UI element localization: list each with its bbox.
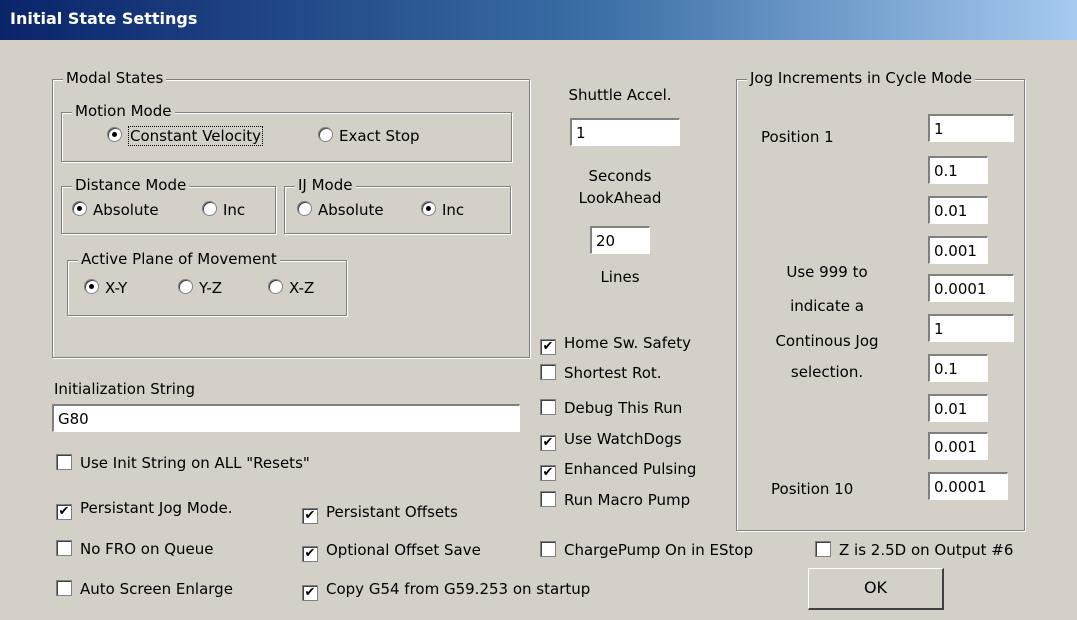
radio-plane-xy[interactable]: X-Y [84, 279, 127, 297]
radio-ij-absolute[interactable]: Absolute [297, 201, 384, 219]
radio-indicator [202, 201, 217, 216]
ij-mode-group: IJ Mode Absolute Inc [284, 176, 511, 234]
active-plane-group: Active Plane of Movement X-Y Y-Z X-Z [67, 250, 347, 316]
radio-plane-xz[interactable]: X-Z [268, 279, 314, 297]
radio-indicator [318, 127, 333, 142]
radio-indicator [268, 279, 283, 294]
jog-note-line1: Use 999 to [786, 263, 868, 281]
lookahead-label: LookAhead [578, 189, 662, 207]
radio-indicator [72, 201, 87, 216]
checkbox-indicator [815, 541, 831, 557]
position-10-label: Position 10 [771, 480, 854, 498]
checkbox-persistant-jog[interactable]: ✔ Persistant Jog Mode. [56, 499, 232, 520]
jog-increment-10[interactable]: 0.0001 [928, 472, 1008, 500]
checkbox-z-25d-output6[interactable]: Z is 2.5D on Output #6 [815, 541, 1013, 559]
checkbox-shortest-rot[interactable]: Shortest Rot. [540, 364, 662, 382]
motion-mode-group: Motion Mode Constant Velocity Exact Stop [61, 102, 512, 162]
distance-mode-group: Distance Mode Absolute Inc [61, 176, 276, 234]
jog-increment-4[interactable]: 0.001 [928, 236, 988, 264]
radio-indicator [297, 201, 312, 216]
checkbox-optional-offset-save[interactable]: ✔ Optional Offset Save [302, 541, 481, 562]
jog-increment-8[interactable]: 0.01 [928, 394, 988, 422]
checkbox-indicator: ✔ [302, 508, 318, 524]
jog-increments-legend: Jog Increments in Cycle Mode [747, 69, 976, 87]
jog-increment-1[interactable]: 1 [928, 114, 1014, 142]
lookahead-lines-input[interactable]: 20 [590, 226, 650, 254]
jog-increment-3[interactable]: 0.01 [928, 196, 988, 224]
checkbox-indicator [56, 540, 72, 556]
init-string-input[interactable]: G80 [52, 404, 520, 432]
shuttle-accel-input[interactable]: 1 [570, 118, 680, 146]
radio-distance-absolute[interactable]: Absolute [72, 201, 159, 219]
jog-note-line2: indicate a [790, 297, 864, 315]
jog-increment-5[interactable]: 0.0001 [928, 274, 1014, 302]
radio-indicator [84, 279, 99, 294]
checkbox-run-macro-pump[interactable]: Run Macro Pump [540, 491, 690, 509]
checkbox-indicator [540, 364, 556, 380]
init-string-label: Initialization String [54, 380, 196, 398]
checkbox-auto-screen-enlarge[interactable]: Auto Screen Enlarge [56, 580, 233, 598]
radio-exact-stop[interactable]: Exact Stop [318, 127, 420, 145]
jog-increment-9[interactable]: 0.001 [928, 432, 988, 460]
checkbox-indicator: ✔ [56, 504, 72, 520]
checkbox-indicator [540, 399, 556, 415]
checkbox-no-fro-on-queue[interactable]: No FRO on Queue [56, 540, 214, 558]
modal-states-group: Modal States Motion Mode Constant Veloci… [52, 69, 530, 358]
checkbox-indicator: ✔ [302, 585, 318, 601]
position-1-label: Position 1 [761, 128, 834, 146]
checkbox-enhanced-pulsing[interactable]: ✔ Enhanced Pulsing [540, 460, 696, 481]
radio-constant-velocity[interactable]: Constant Velocity [107, 126, 264, 146]
checkbox-debug-this-run[interactable]: Debug This Run [540, 399, 682, 417]
jog-increment-7[interactable]: 0.1 [928, 354, 988, 382]
seconds-label: Seconds [588, 167, 652, 185]
checkbox-use-watchdogs[interactable]: ✔ Use WatchDogs [540, 430, 682, 451]
window-title: Initial State Settings [10, 9, 198, 28]
radio-indicator [107, 127, 122, 142]
shuttle-accel-label: Shuttle Accel. [568, 86, 672, 104]
modal-states-legend: Modal States [63, 69, 167, 87]
checkbox-use-init-string[interactable]: Use Init String on ALL "Resets" [56, 454, 310, 472]
distance-mode-legend: Distance Mode [72, 176, 190, 194]
active-plane-legend: Active Plane of Movement [78, 250, 280, 268]
ok-button-label: OK [863, 578, 888, 597]
checkbox-indicator: ✔ [302, 546, 318, 562]
checkbox-indicator: ✔ [540, 435, 556, 451]
lines-label: Lines [600, 268, 640, 286]
checkbox-indicator: ✔ [540, 339, 556, 355]
jog-increments-group: Jog Increments in Cycle Mode Position 1 … [736, 69, 1025, 531]
checkbox-indicator [56, 454, 72, 470]
radio-plane-yz[interactable]: Y-Z [178, 279, 222, 297]
checkbox-home-sw-safety[interactable]: ✔ Home Sw. Safety [540, 334, 691, 355]
checkbox-indicator [540, 491, 556, 507]
jog-note-line3: Continous Jog [775, 332, 879, 350]
jog-increment-2[interactable]: 0.1 [928, 156, 988, 184]
ij-mode-legend: IJ Mode [295, 176, 356, 194]
checkbox-chargepump-estop[interactable]: ChargePump On in EStop [540, 541, 753, 559]
checkbox-persistant-offsets[interactable]: ✔ Persistant Offsets [302, 503, 458, 524]
radio-ij-inc[interactable]: Inc [421, 201, 464, 219]
jog-increment-6[interactable]: 1 [928, 314, 1014, 342]
radio-indicator [421, 201, 436, 216]
checkbox-indicator [540, 541, 556, 557]
radio-distance-inc[interactable]: Inc [202, 201, 245, 219]
motion-mode-legend: Motion Mode [72, 102, 175, 120]
jog-note-line4: selection. [790, 363, 864, 381]
checkbox-indicator [56, 580, 72, 596]
title-bar: Initial State Settings [0, 0, 1077, 40]
checkbox-copy-g54[interactable]: ✔ Copy G54 from G59.253 on startup [302, 580, 590, 601]
radio-indicator [178, 279, 193, 294]
ok-button[interactable]: OK [808, 568, 944, 610]
checkbox-indicator: ✔ [540, 465, 556, 481]
